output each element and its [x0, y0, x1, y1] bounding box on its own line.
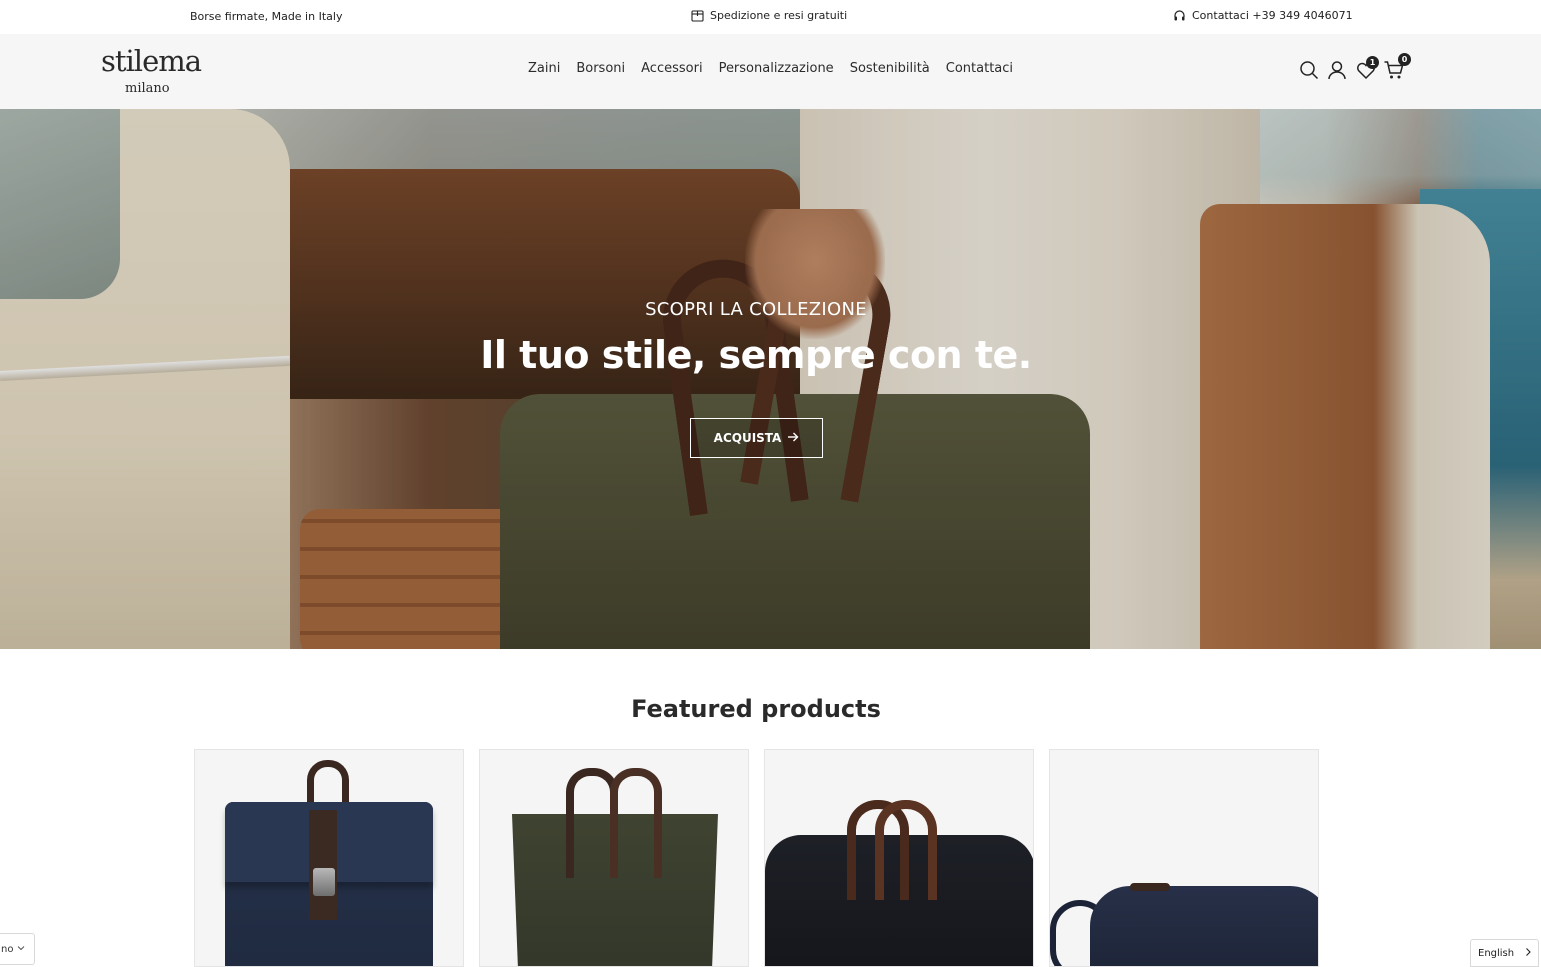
site-logo[interactable]: stilema milano [100, 44, 202, 100]
product-image-backpack [309, 810, 337, 920]
nav-item-personalizzazione[interactable]: Personalizzazione [711, 61, 842, 76]
chevron-right-icon [1524, 947, 1532, 960]
nav-item-zaini[interactable]: Zaini [520, 61, 568, 76]
nav-item-accessori[interactable]: Accessori [633, 61, 710, 76]
product-card[interactable] [194, 749, 464, 967]
account-icon[interactable] [1326, 59, 1348, 81]
hero-title: Il tuo stile, sempre con te. [480, 333, 1032, 377]
currency-selector-label: no [1, 943, 14, 955]
product-card[interactable] [764, 749, 1034, 967]
search-icon[interactable] [1298, 59, 1320, 81]
headphones-icon [1173, 9, 1186, 22]
logo-main: stilema [101, 44, 202, 78]
chevron-down-icon [17, 944, 25, 955]
hero-content: SCOPRI LA COLLEZIONE Il tuo stile, sempr… [0, 109, 1541, 649]
featured-products-title: Featured products [631, 695, 881, 723]
product-card[interactable] [479, 749, 749, 967]
product-image-pouch [1090, 886, 1318, 966]
shop-button-label: ACQUISTA [713, 431, 782, 445]
header-icons: 1 0 [1296, 53, 1416, 85]
currency-selector[interactable]: no [0, 933, 35, 965]
announcement-shipping: Spedizione e resi gratuiti [691, 9, 847, 22]
site-header: stilema milano Zaini Borsoni Accessori P… [0, 34, 1541, 109]
product-image-backpack [313, 868, 335, 896]
nav-item-sostenibilita[interactable]: Sostenibilità [842, 61, 938, 76]
nav-item-borsoni[interactable]: Borsoni [568, 61, 633, 76]
nav-item-contattaci[interactable]: Contattaci [938, 61, 1021, 76]
language-selector[interactable]: English [1470, 939, 1539, 967]
product-card[interactable] [1049, 749, 1319, 967]
announcement-left-text: Borse firmate, Made in Italy [190, 10, 343, 23]
shop-button[interactable]: ACQUISTA [690, 418, 823, 458]
product-image-pouch [1130, 883, 1170, 891]
language-selector-label: English [1478, 947, 1515, 959]
package-icon [691, 9, 704, 22]
product-image-tote [610, 768, 662, 878]
announcement-bar: Borse firmate, Made in Italy Spedizione … [0, 0, 1541, 34]
product-image-briefcase [875, 800, 937, 900]
wishlist-count-badge: 1 [1366, 56, 1379, 69]
announcement-contact[interactable]: Contattaci +39 349 4046071 [1173, 9, 1353, 22]
hero-subtitle: SCOPRI LA COLLEZIONE [645, 299, 867, 320]
arrow-right-icon [787, 431, 799, 446]
cart-count-badge: 0 [1398, 53, 1411, 66]
logo-sub: milano [125, 81, 170, 96]
announcement-center-text: Spedizione e resi gratuiti [710, 9, 848, 22]
announcement-right-text: Contattaci +39 349 4046071 [1192, 9, 1353, 22]
main-nav: Zaini Borsoni Accessori Personalizzazion… [520, 61, 1021, 76]
